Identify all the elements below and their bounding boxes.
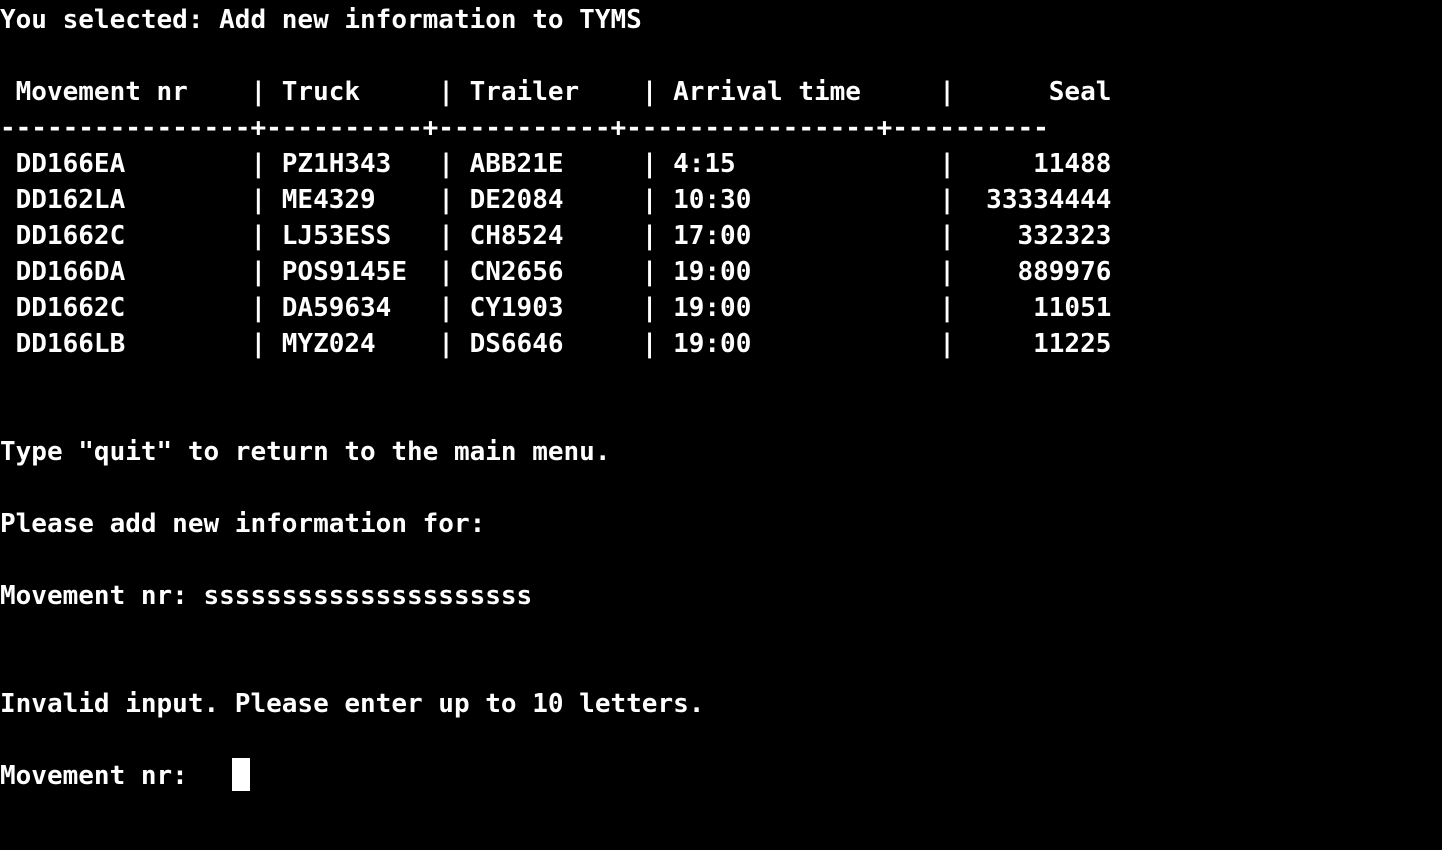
table-header: Movement nr | Truck | Trailer | Arrival …: [0, 77, 1112, 107]
add-info-heading: Please add new information for:: [0, 509, 486, 539]
text-cursor[interactable]: [232, 758, 250, 791]
quit-instruction: Type "quit" to return to the main menu.: [0, 437, 611, 467]
error-message: Invalid input. Please enter up to 10 let…: [0, 689, 705, 719]
table-row: DD1662C | LJ53ESS | CH8524 | 17:00 | 332…: [0, 221, 1112, 251]
table-row: DD166DA | POS9145E | CN2656 | 19:00 | 88…: [0, 257, 1112, 287]
table-row: DD1662C | DA59634 | CY1903 | 19:00 | 110…: [0, 293, 1112, 323]
table-row: DD166LB | MYZ024 | DS6646 | 19:00 | 1122…: [0, 329, 1112, 359]
previous-entry-line: Movement nr: sssssssssssssssssssss: [0, 581, 533, 611]
table-row: DD166EA | PZ1H343 | ABB21E | 4:15 | 1148…: [0, 149, 1112, 179]
selected-option-line: You selected: Add new information to TYM…: [0, 5, 642, 35]
table-row: DD162LA | ME4329 | DE2084 | 10:30 | 3333…: [0, 185, 1112, 215]
input-prompt[interactable]: Movement nr:: [0, 758, 204, 794]
table-separator: ----------------+----------+-----------+…: [0, 113, 1049, 143]
terminal-window[interactable]: You selected: Add new information to TYM…: [0, 0, 1442, 850]
